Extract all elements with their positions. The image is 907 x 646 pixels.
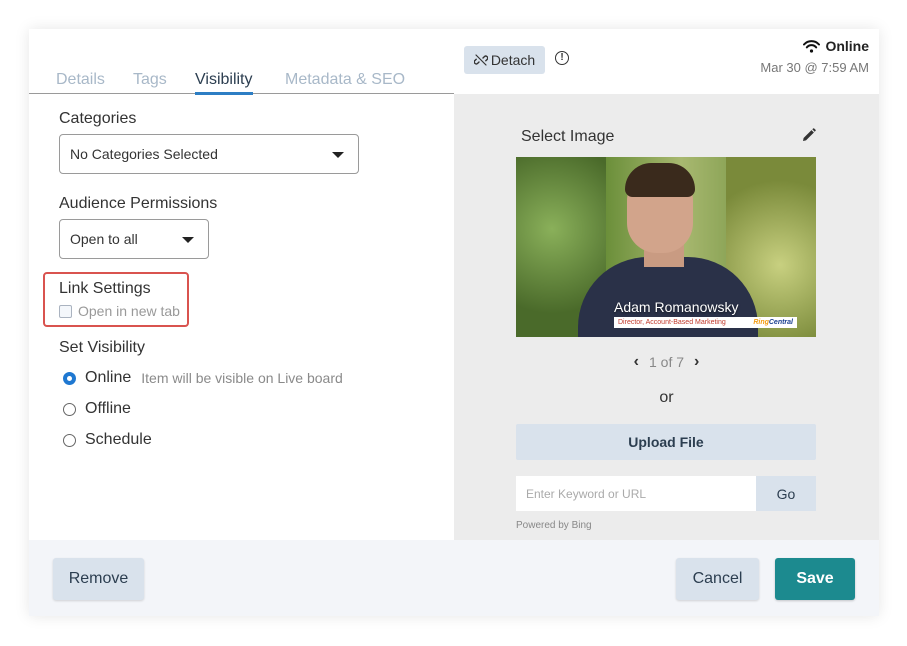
dialog-header-right: Detach ! Online Mar 30 @ 7:59 AM	[454, 29, 879, 94]
save-button[interactable]: Save	[775, 558, 855, 600]
audience-permissions-label: Audience Permissions	[59, 195, 218, 212]
categories-select[interactable]: No Categories Selected	[59, 134, 359, 174]
status-label: Online	[825, 38, 869, 54]
categories-label: Categories	[59, 110, 137, 127]
tab-tags[interactable]: Tags	[133, 71, 167, 92]
link-settings-label: Link Settings	[59, 280, 151, 297]
go-button[interactable]: Go	[756, 476, 816, 511]
lower-third-caption: Adam Romanowsky Director, Account-Based …	[614, 299, 797, 328]
image-search-input[interactable]	[516, 476, 756, 511]
online-label: Online	[85, 369, 132, 386]
detach-label: Detach	[490, 52, 536, 68]
wifi-icon	[803, 39, 821, 53]
unlink-icon	[473, 54, 488, 66]
detach-button[interactable]: Detach	[464, 46, 545, 74]
open-new-tab-option[interactable]: Open in new tab	[59, 303, 180, 319]
dialog-footer: Remove Cancel Save	[29, 540, 879, 616]
pencil-icon[interactable]	[801, 128, 816, 143]
offline-label: Offline	[85, 400, 131, 417]
schedule-radio[interactable]	[63, 433, 76, 447]
select-image-label: Select Image	[521, 128, 615, 145]
lower-third-title: Director, Account-Based Marketing	[618, 319, 726, 326]
visibility-option-online[interactable]: Online Item will be visible on Live boar…	[63, 369, 343, 387]
speaker-hair	[625, 163, 695, 197]
image-pager: ‹ 1 of 7 ›	[454, 353, 879, 371]
info-circle-icon[interactable]: !	[555, 51, 569, 65]
categories-value: No Categories Selected	[70, 146, 218, 162]
connection-status: Online	[803, 38, 869, 54]
cancel-button[interactable]: Cancel	[676, 558, 759, 600]
offline-radio[interactable]	[63, 402, 76, 416]
edit-item-dialog: Details Tags Visibility Metadata & SEO D…	[29, 29, 879, 616]
lower-third-name: Adam Romanowsky	[614, 299, 739, 315]
tab-bar: Details Tags Visibility Metadata & SEO	[29, 29, 454, 95]
powered-by-label: Powered by Bing	[516, 520, 592, 531]
chevron-left-icon[interactable]: ‹	[634, 353, 639, 371]
audience-value: Open to all	[70, 231, 138, 247]
schedule-label: Schedule	[85, 431, 152, 448]
online-hint: Item will be visible on Live board	[141, 370, 343, 386]
remove-button[interactable]: Remove	[53, 558, 144, 600]
upload-file-button[interactable]: Upload File	[516, 424, 816, 460]
visibility-option-schedule[interactable]: Schedule	[63, 431, 152, 449]
brand-logo-part-a: Ring	[753, 319, 769, 326]
chevron-right-icon[interactable]: ›	[694, 353, 699, 371]
open-new-tab-checkbox[interactable]	[59, 304, 72, 318]
tab-metadata-seo[interactable]: Metadata & SEO	[285, 71, 405, 92]
set-visibility-label: Set Visibility	[59, 339, 145, 356]
visibility-option-offline[interactable]: Offline	[63, 400, 131, 418]
timestamp: Mar 30 @ 7:59 AM	[760, 60, 869, 75]
online-radio[interactable]	[63, 371, 76, 385]
open-new-tab-label: Open in new tab	[78, 303, 180, 319]
lower-third-title-bar: Director, Account-Based Marketing RingCe…	[614, 317, 797, 328]
image-preview[interactable]: Adam Romanowsky Director, Account-Based …	[516, 157, 816, 337]
caret-down-icon	[182, 237, 194, 243]
tab-details[interactable]: Details	[56, 71, 105, 92]
or-separator: or	[659, 389, 674, 406]
brand-logo: RingCentral	[753, 319, 793, 326]
image-panel: Select Image Adam Romanowsky Director, A…	[454, 94, 879, 540]
pager-label: 1 of 7	[648, 354, 685, 370]
audience-permissions-select[interactable]: Open to all	[59, 219, 209, 259]
tab-visibility[interactable]: Visibility	[195, 71, 253, 95]
brand-logo-part-b: Central	[768, 319, 793, 326]
caret-down-icon	[332, 152, 344, 158]
